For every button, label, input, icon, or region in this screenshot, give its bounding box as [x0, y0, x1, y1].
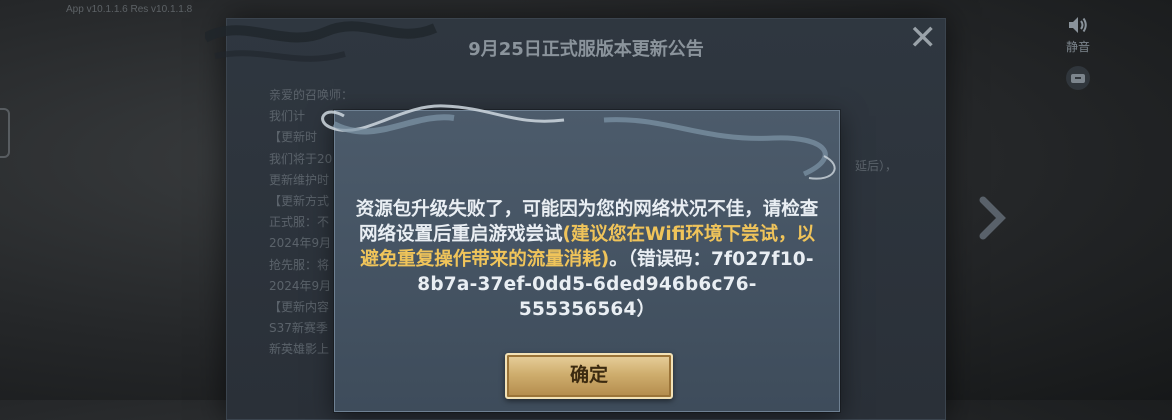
side-tools: 静音: [1056, 14, 1100, 95]
speaker-icon[interactable]: [1066, 14, 1090, 36]
announcement-text-fragment: 延后），: [855, 159, 898, 173]
mailbox-icon[interactable]: [1065, 65, 1091, 91]
error-message: 资源包升级失败了，可能因为您的网络状况不佳，请检查网络设置后重启游戏尝试(建议您…: [351, 197, 823, 322]
left-edge-handle[interactable]: [0, 108, 10, 158]
mute-label[interactable]: 静音: [1056, 38, 1100, 55]
error-dialog: 资源包升级失败了，可能因为您的网络状况不佳，请检查网络设置后重启游戏尝试(建议您…: [334, 110, 840, 412]
version-text: App v10.1.1.6 Res v10.1.1.8: [66, 4, 193, 15]
announcement-line: 亲爱的召唤师：: [269, 88, 354, 102]
close-icon[interactable]: ✕: [909, 21, 938, 55]
confirm-button[interactable]: 确定: [505, 353, 673, 399]
announcement-title: 9月25日正式服版本更新公告: [468, 39, 704, 60]
error-message-end: ）: [636, 299, 656, 320]
chevron-right-icon[interactable]: [975, 196, 1007, 240]
error-message-code-prefix: 。（错误码：: [609, 249, 711, 270]
